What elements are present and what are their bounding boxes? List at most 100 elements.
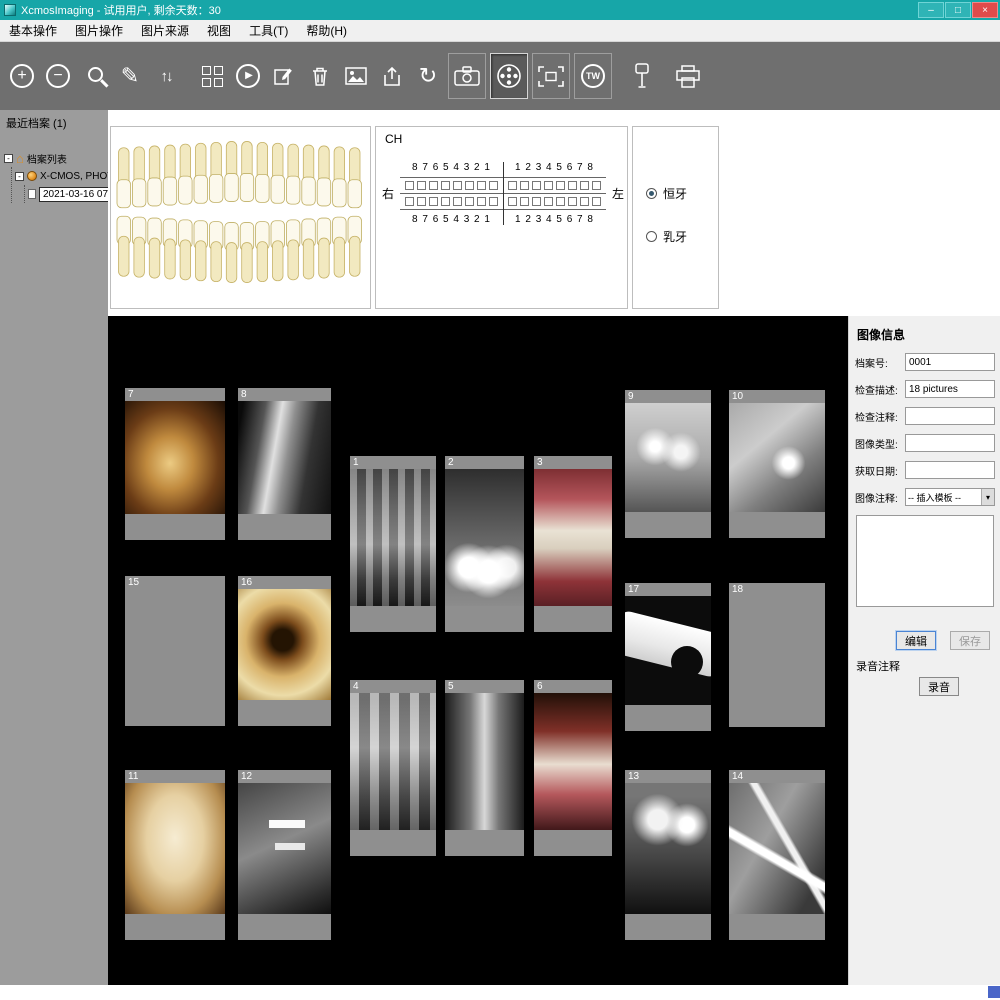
menu-item-3[interactable]: 视图	[198, 19, 240, 42]
resize-grip[interactable]	[988, 986, 1000, 998]
menu-item-4[interactable]: 工具(T)	[240, 19, 297, 42]
tooth-checkbox[interactable]	[465, 197, 474, 206]
menu-item-2[interactable]: 图片来源	[132, 19, 198, 42]
thumbnail-17[interactable]: 17	[625, 583, 711, 731]
camera-icon[interactable]	[448, 53, 486, 99]
tooth-checkbox[interactable]	[592, 181, 601, 190]
tw-icon[interactable]: TW	[574, 53, 612, 99]
tooth-checkbox[interactable]	[405, 197, 414, 206]
thumbnail-9[interactable]: 9	[625, 390, 711, 538]
collapse-icon[interactable]: -	[15, 171, 24, 181]
tree-item-patient[interactable]: - X-CMOS, PHOTON	[15, 167, 128, 185]
play-icon[interactable]: ▶	[230, 51, 266, 101]
tooth-checkbox[interactable]	[417, 181, 426, 190]
archive-tree: - ⌂ 档案列表 - X-CMOS, PHOTON 2021-03-16 07:…	[0, 149, 140, 203]
field-input-3[interactable]	[905, 434, 995, 452]
tooth-checkbox[interactable]	[417, 197, 426, 206]
thumbnail-11[interactable]: 11	[125, 770, 225, 940]
tooth-checkbox[interactable]	[508, 197, 517, 206]
tree-item-study-date[interactable]: 2021-03-16 07:53:59	[28, 185, 140, 203]
thumbnail-13[interactable]: 13	[625, 770, 711, 940]
field-input-4[interactable]	[905, 461, 995, 479]
thumbnail-7[interactable]: 7	[125, 388, 225, 540]
printer-icon[interactable]	[670, 51, 706, 101]
menu-item-1[interactable]: 图片操作	[66, 19, 132, 42]
thumbnail-number: 15	[128, 577, 140, 588]
tree-item-archive-list[interactable]: - ⌂ 档案列表	[4, 149, 108, 167]
film-reel-icon[interactable]	[490, 53, 528, 99]
tooth-checkbox[interactable]	[568, 197, 577, 206]
thumbnail-5[interactable]: 5	[445, 680, 524, 856]
thumbnail-3[interactable]: 3	[534, 456, 612, 632]
tooth-checkbox[interactable]	[592, 197, 601, 206]
tooth-checkbox[interactable]	[544, 181, 553, 190]
tooth-checkbox[interactable]	[441, 181, 450, 190]
sensor-icon[interactable]	[624, 51, 660, 101]
field-input-1[interactable]	[905, 380, 995, 398]
tooth-checkbox[interactable]	[556, 197, 565, 206]
record-button[interactable]: 录音	[919, 677, 959, 696]
thumbnail-6[interactable]: 6	[534, 680, 612, 856]
tooth-checkbox[interactable]	[580, 197, 589, 206]
sort-arrows-icon[interactable]: ↑↓	[148, 51, 184, 101]
thumbnail-15[interactable]: 15	[125, 576, 225, 726]
thumbnail-16[interactable]: 16	[238, 576, 331, 726]
tooth-checkbox[interactable]	[489, 181, 498, 190]
maximize-button[interactable]: □	[945, 2, 971, 18]
thumbnail-18[interactable]: 18	[729, 583, 825, 727]
edit-button[interactable]: 编辑	[896, 631, 936, 650]
template-select[interactable]: -- 插入模板 -- ▾	[905, 488, 995, 506]
tooth-checkbox[interactable]	[520, 197, 529, 206]
thumbnail-8[interactable]: 8	[238, 388, 331, 540]
tooth-checkbox[interactable]	[405, 181, 414, 190]
tooth-checkbox[interactable]	[477, 181, 486, 190]
tooth-checkbox[interactable]	[429, 181, 438, 190]
close-button[interactable]: ×	[972, 2, 998, 18]
tooth-checkbox[interactable]	[520, 181, 529, 190]
field-input-0[interactable]	[905, 353, 995, 371]
pencil-icon[interactable]: ✎	[112, 51, 148, 101]
thumbnail-10[interactable]: 10	[729, 390, 825, 538]
tooth-checkbox[interactable]	[508, 181, 517, 190]
menu-item-5[interactable]: 帮助(H)	[297, 19, 356, 42]
radio-permanent-teeth[interactable]: 恒牙	[646, 185, 718, 202]
tooth-checkbox[interactable]	[453, 181, 462, 190]
minimize-button[interactable]: –	[918, 2, 944, 18]
tooth-checkbox[interactable]	[556, 181, 565, 190]
tooth-checkbox[interactable]	[465, 181, 474, 190]
thumbnail-4[interactable]: 4	[350, 680, 436, 856]
tooth-checkbox[interactable]	[532, 181, 541, 190]
tooth-checkbox[interactable]	[580, 181, 589, 190]
annotation-textarea[interactable]	[856, 515, 994, 607]
thumbnail-grid-icon[interactable]	[194, 51, 230, 101]
thumbnail-1[interactable]: 1	[350, 456, 436, 632]
export-icon[interactable]	[374, 51, 410, 101]
trash-icon[interactable]	[302, 51, 338, 101]
thumbnail-number: 2	[448, 457, 454, 468]
tooth-checkbox[interactable]	[544, 197, 553, 206]
tooth-checkbox[interactable]	[441, 197, 450, 206]
field-input-2[interactable]	[905, 407, 995, 425]
edit-note-icon[interactable]	[266, 51, 302, 101]
zoom-in-icon[interactable]: +	[4, 51, 40, 101]
collapse-icon[interactable]: -	[4, 153, 13, 163]
capture-frame-icon[interactable]	[532, 53, 570, 99]
tooth-checkbox[interactable]	[568, 181, 577, 190]
zoom-out-icon[interactable]: −	[40, 51, 76, 101]
menu-item-0[interactable]: 基本操作	[0, 19, 66, 42]
bottom-bar	[0, 985, 1000, 1000]
tooth-checkbox[interactable]	[477, 197, 486, 206]
radio-label: 恒牙	[663, 187, 688, 201]
tooth-checkbox[interactable]	[453, 197, 462, 206]
image-icon[interactable]	[338, 51, 374, 101]
tooth-checkbox[interactable]	[429, 197, 438, 206]
thumbnail-2[interactable]: 2	[445, 456, 524, 632]
thumbnail-14[interactable]: 14	[729, 770, 825, 940]
search-icon[interactable]	[76, 51, 112, 101]
thumbnail-12[interactable]: 12	[238, 770, 331, 940]
tooth-checkbox[interactable]	[489, 197, 498, 206]
radio-deciduous-teeth[interactable]: 乳牙	[646, 228, 718, 245]
refresh-icon[interactable]: ↻	[410, 51, 446, 101]
save-button[interactable]: 保存	[950, 631, 990, 650]
tooth-checkbox[interactable]	[532, 197, 541, 206]
